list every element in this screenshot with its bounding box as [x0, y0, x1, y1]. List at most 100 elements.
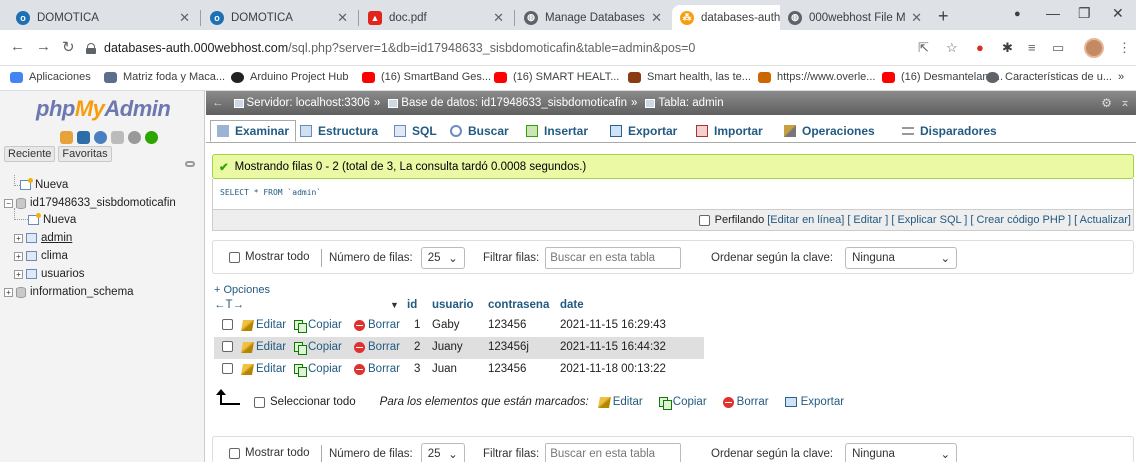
sql-query-text[interactable]: SELECT * FROM `admin` — [220, 188, 321, 197]
close-icon[interactable]: ✕ — [337, 10, 348, 26]
collapse-icon[interactable]: − — [4, 198, 13, 208]
maximize-icon[interactable]: ❐ — [1078, 5, 1091, 22]
copy-row-button[interactable]: Copiar — [294, 319, 342, 333]
expand-icon[interactable]: + — [14, 251, 23, 261]
settings-gear-icon[interactable] — [128, 131, 141, 144]
expand-icon[interactable]: + — [14, 269, 23, 279]
sort-down-icon[interactable]: ▼ — [390, 296, 399, 314]
bookmark-2[interactable]: Matriz foda y Maca... — [104, 71, 225, 83]
cell-date[interactable]: 2021-11-18 00:13:22 — [560, 363, 666, 375]
header-id[interactable]: id — [407, 296, 417, 314]
options-link[interactable]: + Opciones — [214, 284, 270, 296]
browser-tab-6-full[interactable]: ◍ 000webhost File Mana ✕ — [780, 5, 930, 30]
extension-puzzle-icon[interactable]: ✱ — [1002, 40, 1013, 56]
help-icon[interactable] — [94, 131, 107, 144]
tree-db-sisbdomoticafin[interactable]: − id17948633_sisbdomoticafin — [4, 197, 176, 209]
tab-search-icon[interactable]: ● — [1014, 8, 1021, 20]
browser-tab-1[interactable]: o DOMOTICA ✕ — [8, 5, 198, 30]
tab-exportar[interactable]: Exportar — [604, 120, 683, 142]
cell-date[interactable]: 2021-11-15 16:29:43 — [560, 319, 666, 331]
new-tab-icon[interactable]: + — [938, 6, 949, 27]
cell-contrasena[interactable]: 123456 — [488, 319, 526, 331]
reading-list-icon[interactable]: ≡ — [1028, 40, 1036, 55]
header-contrasena[interactable]: contrasena — [488, 296, 549, 314]
edit-row-button[interactable]: Editar — [241, 319, 286, 331]
cell-usuario[interactable]: Juany — [432, 341, 463, 353]
bookmark-9[interactable]: Características de u... — [986, 71, 1112, 83]
address-bar[interactable]: databases-auth.000webhost.com/sql.php?se… — [86, 36, 786, 60]
filter-input[interactable]: Buscar en esta tabla — [545, 247, 682, 269]
cell-id[interactable]: 2 — [414, 341, 420, 353]
cell-id[interactable]: 3 — [414, 363, 420, 375]
tree-new-table[interactable]: Nueva — [28, 213, 76, 226]
cell-id[interactable]: 1 — [414, 319, 420, 331]
tree-table-clima[interactable]: + clima — [14, 250, 68, 262]
tree-db-information-schema[interactable]: + information_schema — [4, 286, 134, 298]
cell-usuario[interactable]: Gaby — [432, 319, 460, 331]
show-all-checkbox[interactable] — [229, 251, 240, 263]
mass-edit-button[interactable]: Editar — [597, 396, 643, 408]
browser-tab-2[interactable]: o DOMOTICA ✕ — [202, 5, 356, 30]
extension-red-icon[interactable]: ● — [976, 40, 984, 55]
close-icon[interactable]: ✕ — [179, 10, 190, 26]
row-checkbox[interactable] — [222, 341, 238, 355]
breadcrumb-table[interactable]: Tabla: admin — [658, 97, 723, 109]
reload-icon[interactable]: ↻ — [62, 38, 75, 56]
bookmark-4[interactable]: (16) SmartBand Ges... — [362, 71, 491, 83]
tab-recent[interactable]: Reciente — [4, 146, 56, 162]
show-all-control[interactable]: Mostrar todo — [229, 251, 310, 263]
browser-tab-3[interactable]: ▲ doc.pdf ✕ — [360, 5, 512, 30]
select-all-checkbox[interactable] — [254, 396, 265, 408]
rows-select[interactable]: 25 ⌄ — [420, 247, 465, 269]
close-icon[interactable]: ✕ — [651, 10, 662, 26]
menu-kebab-icon[interactable]: ⋮ — [1118, 40, 1131, 56]
close-icon[interactable]: ✕ — [493, 10, 504, 26]
tab-favorites[interactable]: Favoritas — [58, 146, 112, 162]
mass-delete-button[interactable]: Borrar — [722, 396, 769, 408]
tab-sql[interactable]: SQL — [388, 120, 443, 142]
phpmyadmin-logo[interactable]: phpMyAdmin — [36, 96, 171, 122]
filter-input[interactable]: Buscar en esta tabla — [545, 443, 682, 462]
tree-new-database[interactable]: Nueva — [20, 178, 68, 191]
sort-select[interactable]: Ninguna ⌄ — [845, 443, 958, 462]
delete-row-button[interactable]: Borrar — [354, 319, 400, 331]
link-with-main-icon[interactable] — [185, 161, 195, 167]
side-panel-icon[interactable]: ▭ — [1052, 40, 1064, 56]
show-all-control[interactable]: Mostrar todo — [229, 447, 310, 459]
breadcrumb-server[interactable]: Servidor: localhost:3306 — [247, 97, 370, 109]
settings-gear-icon[interactable]: ⚙ — [1101, 96, 1112, 110]
tree-table-usuarios[interactable]: + usuarios — [14, 268, 84, 280]
mass-export-button[interactable]: Exportar — [784, 396, 844, 408]
row-checkbox[interactable] — [222, 363, 238, 377]
bookmark-7[interactable]: https://www.overle... — [758, 71, 875, 83]
browser-tab-4[interactable]: ◍ Manage Databases ✕ — [516, 5, 670, 30]
header-usuario[interactable]: usuario — [432, 296, 474, 314]
back-icon[interactable]: ← — [10, 38, 25, 55]
edit-row-button[interactable]: Editar — [241, 363, 286, 375]
tab-estructura[interactable]: Estructura — [294, 120, 384, 142]
column-nav-arrows[interactable]: ←T→ — [214, 296, 244, 314]
share-icon[interactable]: ⇱ — [918, 40, 929, 56]
delete-row-button[interactable]: Borrar — [354, 341, 400, 353]
query-action-links[interactable]: [Editar en línea] [ Editar ] [ Explicar … — [767, 214, 1131, 226]
profiling-checkbox[interactable] — [698, 214, 710, 226]
minimize-icon[interactable]: — — [1046, 5, 1060, 21]
bookmark-apps[interactable]: Aplicaciones — [10, 71, 91, 83]
window-close-icon[interactable]: ✕ — [1112, 5, 1124, 22]
docs-icon[interactable] — [111, 131, 124, 144]
cell-contrasena[interactable]: 123456 — [488, 363, 526, 375]
expand-icon[interactable]: + — [14, 233, 23, 243]
bookmark-6[interactable]: Smart health, las te... — [628, 71, 751, 83]
tab-importar[interactable]: Importar — [690, 120, 769, 142]
profile-avatar[interactable] — [1084, 38, 1104, 58]
close-icon[interactable]: ✕ — [911, 10, 922, 26]
cell-date[interactable]: 2021-11-15 16:44:32 — [560, 341, 666, 353]
cell-usuario[interactable]: Juan — [432, 363, 457, 375]
bookmark-8[interactable]: (16) Desmantelami... — [882, 71, 1003, 83]
forward-icon[interactable]: → — [36, 38, 51, 55]
row-checkbox[interactable] — [222, 319, 238, 333]
bookmarks-more[interactable]: » — [1118, 71, 1124, 83]
tab-disparadores[interactable]: Disparadores — [896, 120, 1003, 142]
rows-select[interactable]: 25 ⌄ — [420, 443, 465, 462]
edit-row-button[interactable]: Editar — [241, 341, 286, 353]
